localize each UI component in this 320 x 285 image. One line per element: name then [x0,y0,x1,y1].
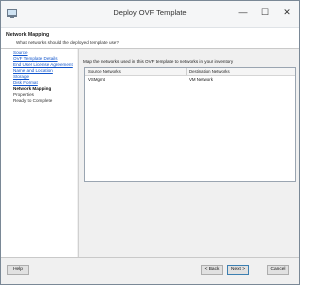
title-bar[interactable]: Deploy OVF Template — ☐ ✕ [1,1,299,28]
close-button[interactable]: ✕ [277,4,297,20]
table-header: Source Networks Destination Networks [85,68,295,76]
step-ready-to-complete: Ready to Complete [13,98,53,103]
maximize-button[interactable]: ☐ [255,4,275,20]
table-row[interactable]: VSMgmt VM Network [85,76,295,83]
destination-network-cell[interactable]: VM Network [189,77,213,82]
main-panel: Map the networks used in this OVF templa… [79,49,299,257]
cancel-button[interactable]: Cancel [267,265,289,275]
network-mapping-table[interactable]: Source Networks Destination Networks VSM… [84,67,296,182]
page-subtitle: What networks should the deployed templa… [16,40,119,45]
next-button[interactable]: Next > [227,265,249,275]
deploy-ovf-window: Deploy OVF Template — ☐ ✕ Network Mappin… [0,0,300,285]
help-button[interactable]: Help [7,265,29,275]
instruction-text: Map the networks used in this OVF templa… [83,59,234,64]
column-separator[interactable] [186,68,187,75]
wizard-steps: Source OVF Template Details End User Lic… [1,49,77,257]
back-button[interactable]: < Back [201,265,223,275]
page-title: Network Mapping [6,32,50,38]
column-destination-networks[interactable]: Destination Networks [189,69,230,74]
column-source-networks[interactable]: Source Networks [88,69,121,74]
footer-divider [1,257,299,258]
minimize-button[interactable]: — [233,4,253,20]
source-network-cell: VSMgmt [88,77,105,82]
wizard-header: Network Mapping What networks should the… [1,28,299,49]
